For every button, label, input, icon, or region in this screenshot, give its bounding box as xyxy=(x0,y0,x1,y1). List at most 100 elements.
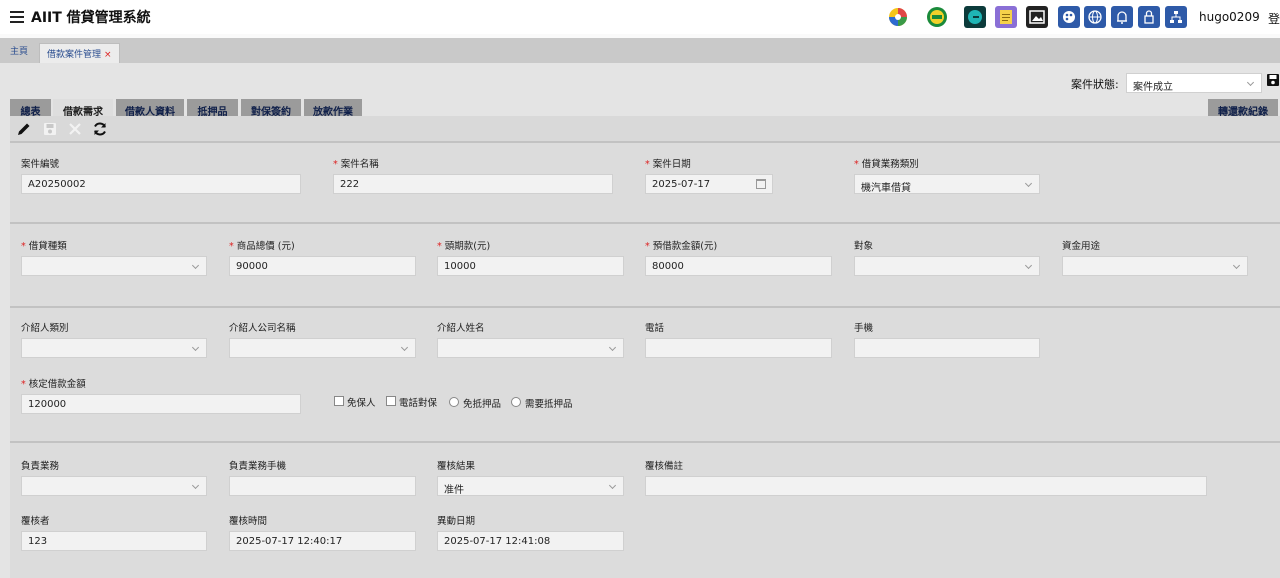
reviewer-label: 覆核者 xyxy=(21,513,50,527)
review-time-label: 覆核時間 xyxy=(229,513,267,527)
mobile-input[interactable] xyxy=(854,338,1040,358)
calendar-icon[interactable] xyxy=(756,179,766,189)
cancel-disabled-icon[interactable] xyxy=(67,121,83,137)
required-mark: * xyxy=(854,159,859,170)
referrer-name-label-text: 介紹人姓名 xyxy=(437,323,485,334)
phone-check-label: 電話對保 xyxy=(399,398,438,409)
case-date-input[interactable]: 2025-07-17 xyxy=(645,174,773,194)
username[interactable]: hugo0209 xyxy=(1199,10,1260,24)
required-mark: * xyxy=(437,241,442,252)
no-collateral-radio[interactable] xyxy=(449,397,459,407)
sales-mobile-input[interactable] xyxy=(229,476,416,496)
down-payment-input[interactable]: 10000 xyxy=(437,256,624,276)
transfer-repayment-button[interactable]: 轉還款紀錄 xyxy=(1208,99,1278,118)
review-note-label-text: 覆核備註 xyxy=(645,461,684,472)
phone-label: 電話 xyxy=(645,320,664,334)
notepad-icon[interactable] xyxy=(995,6,1017,28)
case-date-value: 2025-07-17 xyxy=(652,179,711,190)
loan-biz-type-label-text: 借貸業務類別 xyxy=(861,159,919,170)
palette-icon[interactable] xyxy=(1058,6,1080,28)
e-app-icon[interactable] xyxy=(964,6,986,28)
case-no-label-text: 案件編號 xyxy=(21,159,60,170)
referrer-type-select[interactable] xyxy=(21,338,207,358)
fund-usage-label: 資金用途 xyxy=(1062,238,1100,252)
case-date-label: * 案件日期 xyxy=(645,156,691,170)
product-total-label-text: 商品總價 (元) xyxy=(236,241,295,252)
tab-disbursement[interactable]: 放款作業 xyxy=(304,99,362,118)
hamburger-menu-icon[interactable] xyxy=(10,11,24,23)
refresh-icon[interactable] xyxy=(92,121,108,137)
language-globe-icon[interactable] xyxy=(1084,6,1106,28)
referrer-company-select[interactable] xyxy=(229,338,416,358)
referrer-company-label: 介紹人公司名稱 xyxy=(229,320,296,334)
expected-amount-input[interactable]: 80000 xyxy=(645,256,832,276)
referrer-name-select[interactable] xyxy=(437,338,624,358)
sales-label: 負責業務 xyxy=(21,458,59,472)
tab-borrower-info[interactable]: 借款人資料 xyxy=(116,99,184,118)
edit-pencil-icon[interactable] xyxy=(16,121,32,137)
case-name-input[interactable]: 222 xyxy=(333,174,613,194)
loan-type-label-text: 借貸種類 xyxy=(28,241,67,252)
required-mark: * xyxy=(333,159,338,170)
org-chart-icon[interactable] xyxy=(1165,6,1187,28)
logout-link[interactable]: 登 xyxy=(1268,10,1280,27)
tab-loan-case-label: 借款案件管理 xyxy=(47,50,102,60)
down-payment-label-text: 頭期款(元) xyxy=(444,241,491,252)
need-collateral-label: 需要抵押品 xyxy=(525,399,573,410)
bell-icon[interactable] xyxy=(1111,6,1133,28)
lock-icon[interactable] xyxy=(1138,6,1160,28)
target-label: 對象 xyxy=(854,238,873,252)
referrer-company-label-text: 介紹人公司名稱 xyxy=(229,323,296,334)
sales-mobile-label: 負責業務手機 xyxy=(229,458,286,472)
review-note-input[interactable] xyxy=(645,476,1207,496)
required-mark: * xyxy=(21,241,26,252)
loan-type-label: * 借貸種類 xyxy=(21,238,67,252)
tab-home-label: 主頁 xyxy=(10,47,29,57)
case-date-label-text: 案件日期 xyxy=(652,159,691,170)
sales-select[interactable] xyxy=(21,476,207,496)
approved-amount-label-text: 核定借款金額 xyxy=(28,379,86,390)
no-collateral-label: 免抵押品 xyxy=(463,399,502,410)
save-icon[interactable] xyxy=(1266,73,1280,87)
fund-usage-label-text: 資金用途 xyxy=(1062,241,1101,252)
no-guarantor-label: 免保人 xyxy=(347,398,376,409)
image-board-icon[interactable] xyxy=(1026,6,1048,28)
tab-summary[interactable]: 總表 xyxy=(10,99,51,118)
target-select[interactable] xyxy=(854,256,1040,276)
case-no-input[interactable]: A20250002 xyxy=(21,174,301,194)
loan-biz-type-select[interactable]: 機汽車借貸 xyxy=(854,174,1040,194)
reviewer-label-text: 覆核者 xyxy=(21,516,50,527)
tab-loan-case-management[interactable]: 借款案件管理 × xyxy=(39,43,120,63)
colorful-logo-icon[interactable] xyxy=(887,6,909,28)
app-header: AIIT 借貸管理系統 hugo0209 登 xyxy=(0,0,1280,34)
loan-biz-type-label: * 借貸業務類別 xyxy=(854,156,919,170)
need-collateral-radio[interactable] xyxy=(511,397,521,407)
product-total-input[interactable]: 90000 xyxy=(229,256,416,276)
case-status-select[interactable]: 案件成立 xyxy=(1126,73,1262,93)
loan-type-select[interactable] xyxy=(21,256,207,276)
expected-amount-label-text: 預借款金額(元) xyxy=(652,241,718,252)
review-time-input[interactable]: 2025-07-17 12:40:17 xyxy=(229,531,416,551)
app-title: AIIT 借貸管理系統 xyxy=(31,10,151,26)
sales-mobile-label-text: 負責業務手機 xyxy=(229,461,287,472)
globe-logo-icon[interactable] xyxy=(926,6,948,28)
phone-check-checkbox[interactable] xyxy=(386,396,396,406)
close-tab-icon[interactable]: × xyxy=(104,50,112,60)
required-mark: * xyxy=(21,379,26,390)
tab-signing[interactable]: 對保簽約 xyxy=(241,99,301,118)
review-result-label-text: 覆核結果 xyxy=(437,461,476,472)
review-note-label: 覆核備註 xyxy=(645,458,683,472)
referrer-type-label: 介紹人類別 xyxy=(21,320,69,334)
tab-home[interactable]: 主頁 xyxy=(10,44,28,57)
no-guarantor-checkbox[interactable] xyxy=(334,396,344,406)
review-result-select[interactable]: 准件 xyxy=(437,476,624,496)
approved-amount-input[interactable]: 120000 xyxy=(21,394,301,414)
change-date-input[interactable]: 2025-07-17 12:41:08 xyxy=(437,531,624,551)
save-disabled-icon[interactable] xyxy=(42,121,58,137)
tab-collateral[interactable]: 抵押品 xyxy=(187,99,238,118)
reviewer-input[interactable]: 123 xyxy=(21,531,207,551)
fund-usage-select[interactable] xyxy=(1062,256,1248,276)
page-tab-strip: 主頁 借款案件管理 × xyxy=(0,38,1280,63)
case-no-label: 案件編號 xyxy=(21,156,59,170)
phone-input[interactable] xyxy=(645,338,832,358)
